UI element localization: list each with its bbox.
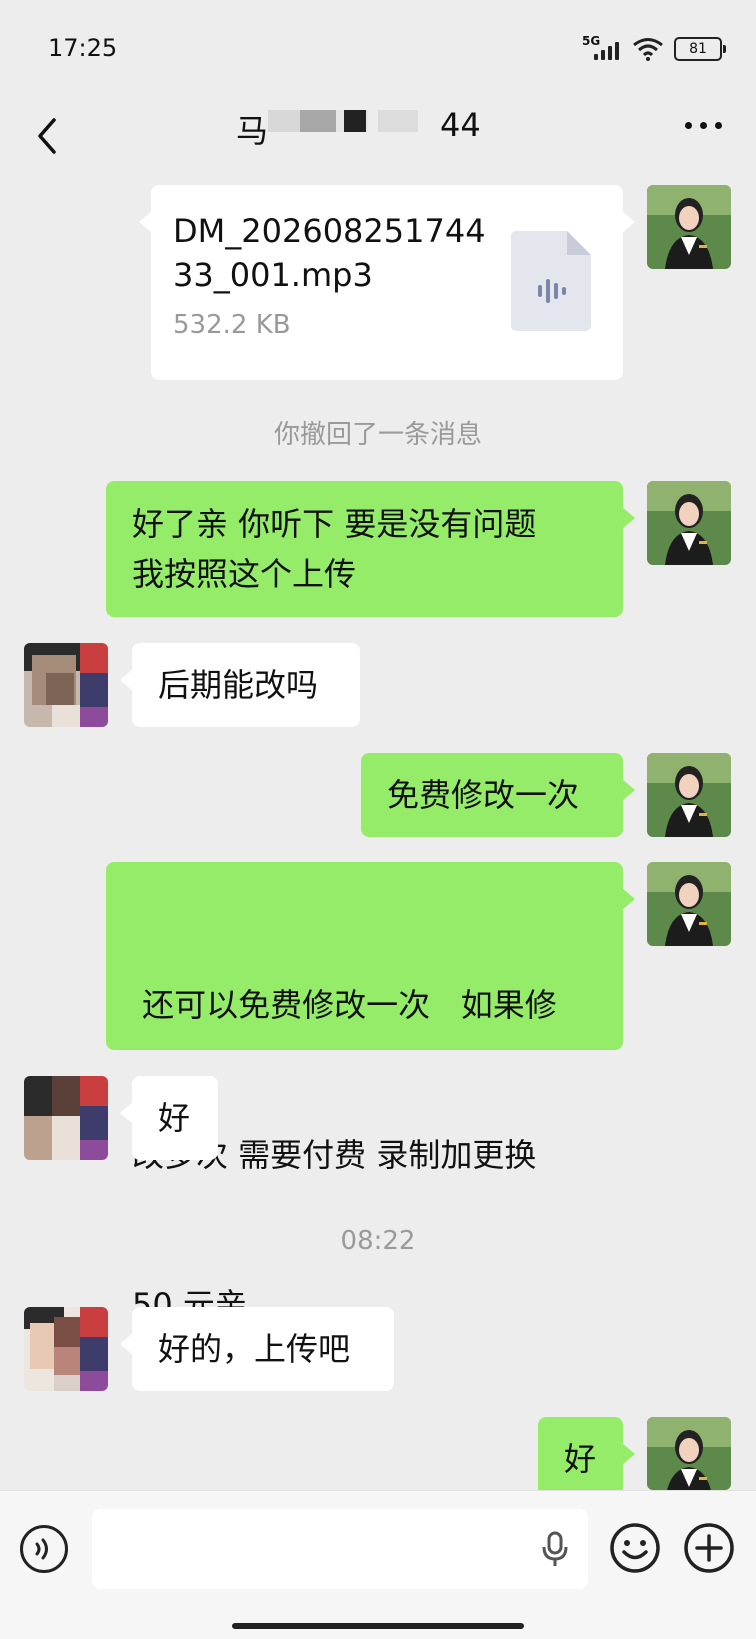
chat-title-visible: 马 [236,112,269,150]
message-line: 还可以免费修改一次 如果修 [132,986,557,1024]
battery-indicator: 81 [674,37,726,61]
message-bubble-received[interactable]: 后期能改吗 [120,643,360,727]
emoji-icon[interactable] [608,1521,662,1575]
audio-file-icon [511,231,591,331]
message-input[interactable] [92,1509,588,1589]
wifi-icon [633,38,663,61]
message-bubble-sent[interactable]: 好了亲 你听下 要是没有问题 我按照这个上传 [106,481,635,617]
avatar-contact[interactable] [24,1307,108,1391]
avatar-contact[interactable] [24,1076,108,1160]
status-bar: 17:25 5G 81 [0,0,756,96]
chat-title: 马 [236,106,268,152]
voice-toggle-icon[interactable] [20,1525,68,1573]
input-bar [0,1490,756,1639]
status-icons: 5G 81 [582,34,726,64]
message-text: 免费修改一次 [387,776,580,814]
plus-icon[interactable] [682,1521,736,1575]
message-bubble-sent[interactable]: 好 [538,1417,635,1501]
microphone-icon[interactable] [540,1531,570,1569]
avatar-self[interactable] [647,862,731,946]
message-bubble-sent[interactable]: 还可以免费修改一次 如果修 改多次 需要付费 录制加更换 50 元亲 [106,862,635,1324]
chat-header: 马 44 [0,96,756,178]
chat-title-suffix: 44 [440,106,481,144]
message-line: 好了亲 你听下 要是没有问题 [132,505,537,543]
status-time: 17:25 [48,34,118,62]
message-bubble-received[interactable]: 好的，上传吧 [120,1307,394,1391]
message-text: 后期能改吗 [158,666,319,704]
signal-icon: 5G [582,34,622,62]
chevron-left-icon[interactable] [30,114,70,158]
message-bubble-received[interactable]: 好 [120,1076,218,1160]
avatar-self[interactable] [647,1417,731,1490]
home-indicator [232,1623,524,1629]
timestamp: 08:22 [340,1226,416,1256]
avatar-self[interactable] [647,185,731,269]
avatar-self[interactable] [647,481,731,565]
avatar-contact[interactable] [24,643,108,727]
message-text: 好的，上传吧 [158,1330,351,1368]
avatar-self[interactable] [647,753,731,837]
more-dots-icon[interactable] [685,122,722,129]
message-text: 好 [564,1440,597,1478]
file-message-bubble[interactable]: DM_202608251744 33_001.mp3 532.2 KB [139,185,635,380]
message-bubble-sent[interactable]: 免费修改一次 [361,753,635,837]
recall-notice: 你撤回了一条消息 [273,420,482,450]
message-line: 我按照这个上传 [132,555,357,593]
message-text: 好 [158,1099,191,1137]
